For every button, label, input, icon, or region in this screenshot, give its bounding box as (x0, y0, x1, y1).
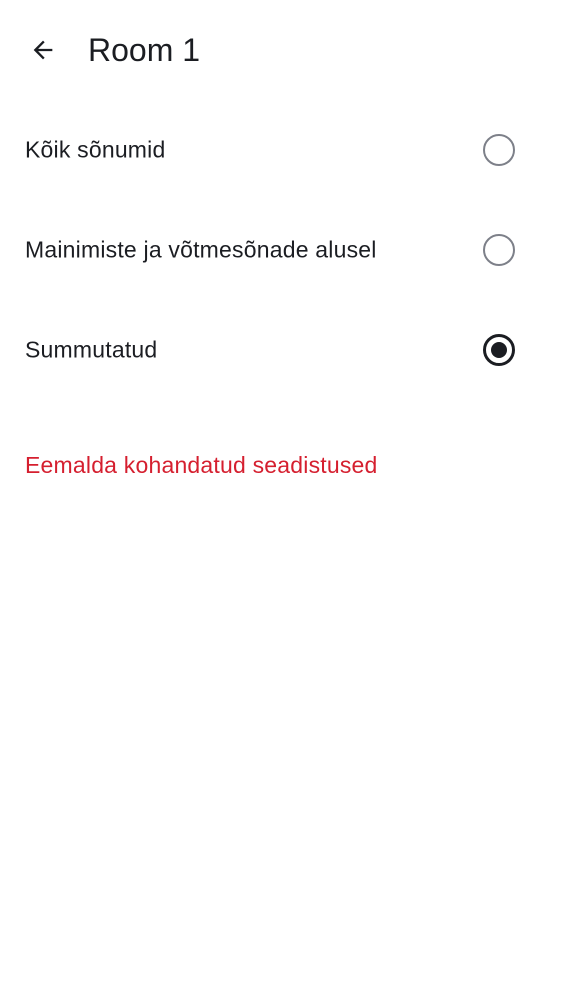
arrow-left-icon (33, 40, 53, 60)
option-muted[interactable]: Summutatud (0, 300, 562, 400)
option-mentions-keywords[interactable]: Mainimiste ja võtmesõnade alusel (0, 200, 562, 300)
back-button[interactable] (22, 29, 64, 71)
page-title: Room 1 (88, 32, 201, 68)
option-label: Kõik sõnumid (25, 136, 166, 163)
radio-button[interactable] (483, 234, 515, 266)
option-label: Mainimiste ja võtmesõnade alusel (25, 236, 377, 263)
remove-custom-settings-button[interactable]: Eemalda kohandatud seadistused (25, 452, 378, 479)
app-bar: Room 1 (0, 0, 562, 100)
option-all-messages[interactable]: Kõik sõnumid (0, 100, 562, 200)
radio-button[interactable] (483, 134, 515, 166)
radio-button-selected[interactable] (483, 334, 515, 366)
option-label: Summutatud (25, 336, 158, 363)
